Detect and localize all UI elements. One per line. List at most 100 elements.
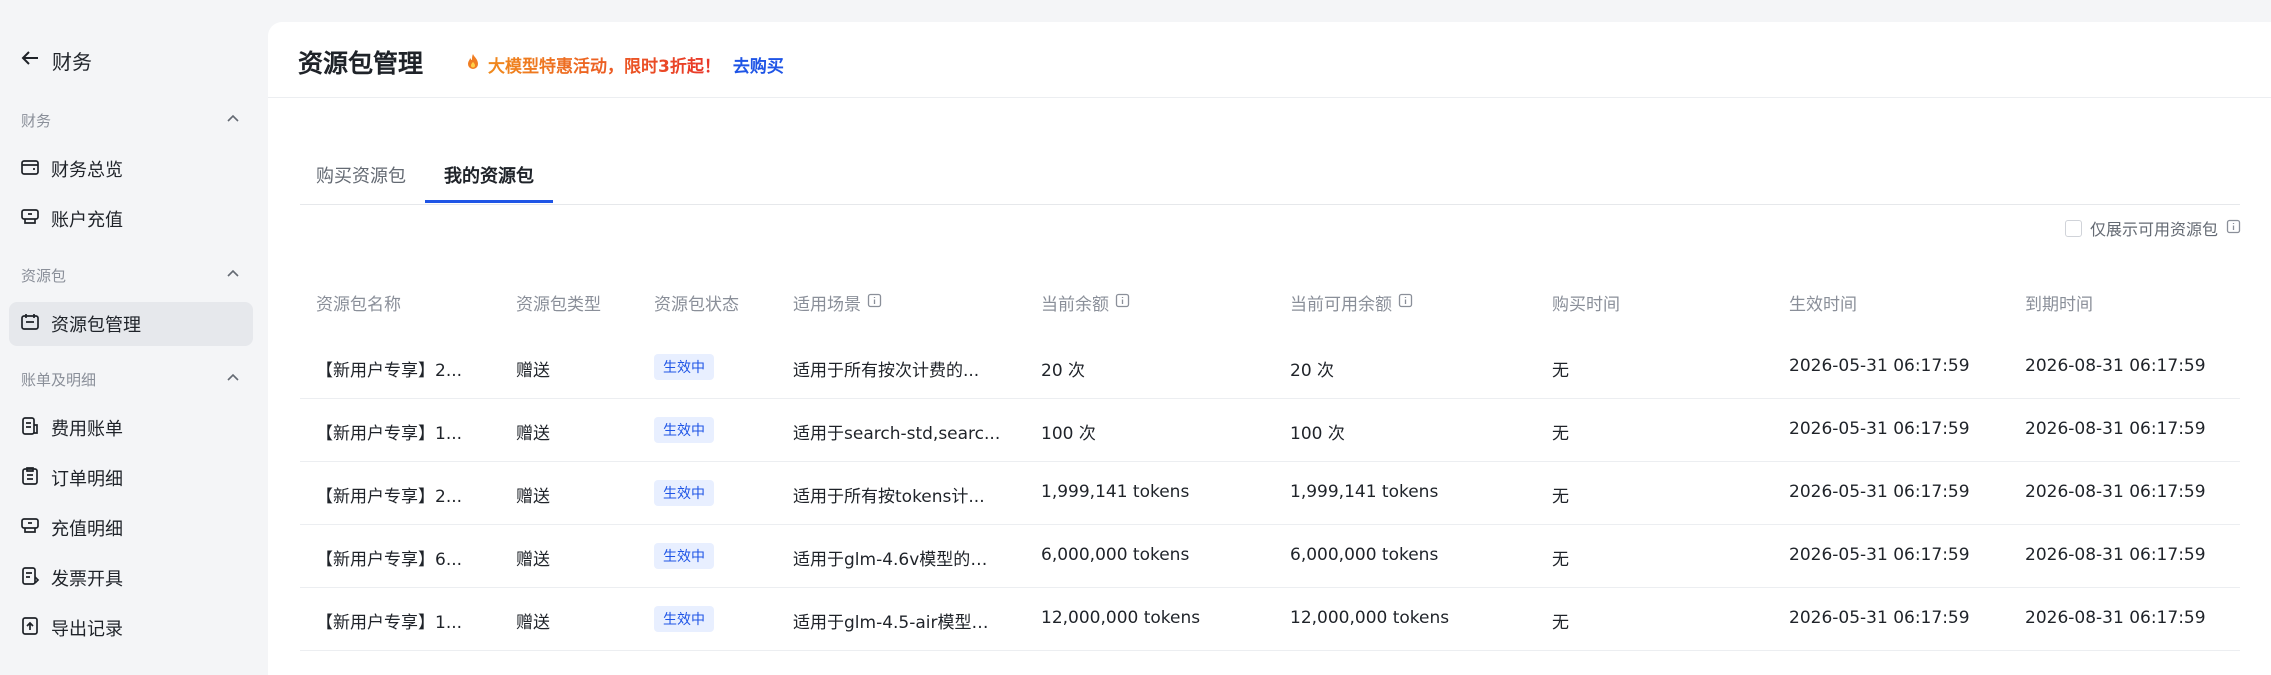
cell-type: 赠送 [516, 613, 550, 633]
back-button[interactable]: 财务 [18, 46, 92, 75]
cell-expire-time: 2026-08-31 06:17:59 [2025, 545, 2206, 565]
cell-balance: 12,000,000 tokens [1041, 608, 1201, 628]
chevron-up-icon [225, 111, 241, 131]
column-header-purchase-time: 购买时间 [1552, 295, 1620, 315]
cell-available: 12,000,000 tokens [1290, 608, 1450, 628]
tab-my-resource-package[interactable]: 我的资源包 [444, 162, 534, 188]
cell-scene: 适用于glm-4.6v模型的推理 [793, 550, 1003, 570]
sidebar-group-title: 账单及明细 [21, 371, 97, 389]
status-badge: 生效中 [654, 354, 714, 380]
cell-balance: 100 次 [1041, 424, 1096, 444]
export-icon [19, 615, 41, 642]
cell-name: 【新用户专享】1... [316, 424, 463, 444]
recharge-icon [19, 206, 41, 233]
cell-name: 【新用户专享】6... [316, 550, 463, 570]
cell-expire-time: 2026-08-31 06:17:59 [2025, 608, 2206, 628]
cell-effective-time: 2026-05-31 06:17:59 [1789, 419, 1970, 439]
invoice-icon [19, 565, 41, 592]
sidebar-group-finance[interactable]: 财务 [21, 110, 241, 131]
cell-balance: 20 次 [1041, 361, 1086, 381]
cell-expire-time: 2026-08-31 06:17:59 [2025, 482, 2206, 502]
status-badge: 生效中 [654, 543, 714, 569]
cell-effective-time: 2026-05-31 06:17:59 [1789, 608, 1970, 628]
arrow-left-icon [18, 46, 42, 75]
cell-purchase-time: 无 [1552, 424, 1569, 444]
wallet-icon [19, 156, 41, 183]
table-row[interactable]: 【新用户专享】2... 赠送 适用于所有按tokens计... 1,999,141 t… [300, 462, 2240, 525]
cell-purchase-time: 无 [1552, 361, 1569, 381]
status-badge: 生效中 [654, 417, 714, 443]
cell-expire-time: 2026-08-31 06:17:59 [2025, 419, 2206, 439]
sidebar: 财务 财务 财务总览 账户充值 资源包 资源包管理 账单及明细 费用账单 订单明… [0, 0, 268, 675]
clipboard-icon [19, 465, 41, 492]
cell-effective-time: 2026-05-31 06:17:59 [1789, 482, 1970, 502]
cell-available: 6,000,000 tokens [1290, 545, 1439, 565]
active-tab-indicator [425, 200, 553, 203]
chevron-up-icon [225, 370, 241, 390]
cell-balance: 6,000,000 tokens [1041, 545, 1190, 565]
cell-scene: 适用于search-std,searc... [793, 424, 1001, 444]
sidebar-group-resource-package[interactable]: 资源包 [21, 265, 241, 286]
column-header-status: 资源包状态 [654, 295, 739, 315]
tab-bar: 购买资源包 我的资源包 [300, 142, 2240, 205]
sidebar-item-export-records[interactable]: 导出记录 [9, 606, 253, 650]
sidebar-item-label: 资源包管理 [51, 315, 141, 336]
sidebar-group-title: 财务 [21, 112, 52, 130]
fire-icon [464, 53, 482, 76]
info-icon[interactable] [2226, 219, 2241, 238]
sidebar-group-billing[interactable]: 账单及明细 [21, 369, 241, 390]
column-header-effective-time: 生效时间 [1789, 295, 1857, 315]
sidebar-item-invoice[interactable]: 发票开具 [9, 556, 253, 600]
available-only-checkbox[interactable] [2064, 219, 2082, 237]
bill-icon [19, 415, 41, 442]
sidebar-item-order-detail[interactable]: 订单明细 [9, 456, 253, 500]
promo-buy-link[interactable]: 去购买 [733, 52, 784, 77]
chevron-up-icon [225, 266, 241, 286]
table-row[interactable]: 【新用户专享】1... 赠送 适用于glm-4.5-air模型的... 12,000,… [300, 588, 2240, 651]
cell-expire-time: 2026-08-31 06:17:59 [2025, 356, 2206, 376]
back-label: 财务 [52, 50, 92, 74]
sidebar-item-label: 导出记录 [51, 619, 123, 640]
column-header-available: 当前可用余额 [1290, 290, 1413, 315]
info-icon[interactable] [867, 293, 882, 313]
table-row[interactable]: 【新用户专享】1... 赠送 适用于search-std,searc... 100 次… [300, 399, 2240, 462]
sidebar-item-label: 充值明细 [51, 519, 123, 540]
available-only-filter[interactable]: 仅展示可用资源包 [2064, 216, 2241, 240]
cell-balance: 1,999,141 tokens [1041, 482, 1190, 502]
cell-name: 【新用户专享】2... [316, 487, 463, 507]
cell-scene: 适用于所有按次计费的... [793, 361, 980, 381]
cell-effective-time: 2026-05-31 06:17:59 [1789, 545, 1970, 565]
sidebar-item-recharge-detail[interactable]: 充值明细 [9, 506, 253, 550]
table-row[interactable]: 【新用户专享】6... 赠送 适用于glm-4.6v模型的推理 6,000,000 t… [300, 525, 2240, 588]
cell-type: 赠送 [516, 487, 550, 507]
filter-label: 仅展示可用资源包 [2089, 220, 2218, 239]
table-row[interactable]: 【新用户专享】2... 赠送 适用于所有按次计费的... 20 次 20 次 无 2026-… [300, 336, 2240, 399]
sidebar-item-account-recharge[interactable]: 账户充值 [9, 197, 253, 241]
column-header-scene: 适用场景 [793, 290, 882, 315]
promo-text: 大模型特惠活动，限时3折起！ [488, 52, 721, 77]
sidebar-item-label: 订单明细 [51, 469, 123, 490]
sidebar-item-label: 费用账单 [51, 419, 123, 440]
cell-available: 1,999,141 tokens [1290, 482, 1439, 502]
column-header-expire-time: 到期时间 [2025, 295, 2093, 315]
table-header: 资源包名称 资源包类型 资源包状态 适用场景 当前余额 当前可用余额 购买时间 … [300, 266, 2240, 336]
table-body: 【新用户专享】2... 赠送 适用于所有按次计费的... 20 次 20 次无 2026-… [300, 336, 2240, 651]
info-icon[interactable] [1398, 293, 1413, 313]
cell-purchase-time: 无 [1552, 487, 1569, 507]
cell-type: 赠送 [516, 361, 550, 381]
resource-package-table: 资源包名称 资源包类型 资源包状态 适用场景 当前余额 当前可用余额 购买时间 … [300, 266, 2240, 651]
cell-scene: 适用于glm-4.5-air模型的... [793, 613, 1003, 633]
status-badge: 生效中 [654, 606, 714, 632]
status-badge: 生效中 [654, 480, 714, 506]
sidebar-item-resource-package-management[interactable]: 资源包管理 [9, 302, 253, 346]
cell-purchase-time: 无 [1552, 613, 1569, 633]
page-title: 资源包管理 [298, 49, 424, 78]
sidebar-item-cost-bill[interactable]: 费用账单 [9, 406, 253, 450]
app-root: 财务 财务 财务总览 账户充值 资源包 资源包管理 账单及明细 费用账单 订单明… [0, 0, 2271, 675]
cell-available: 20 次 [1290, 361, 1335, 381]
tab-buy-resource-package[interactable]: 购买资源包 [316, 162, 406, 188]
main-panel: 资源包管理 大模型特惠活动，限时3折起！ 去购买 购买资源包 我的资源包 仅展示… [268, 22, 2271, 675]
sidebar-item-finance-overview[interactable]: 财务总览 [9, 147, 253, 191]
info-icon[interactable] [1115, 293, 1130, 313]
sidebar-group-title: 资源包 [21, 267, 67, 285]
